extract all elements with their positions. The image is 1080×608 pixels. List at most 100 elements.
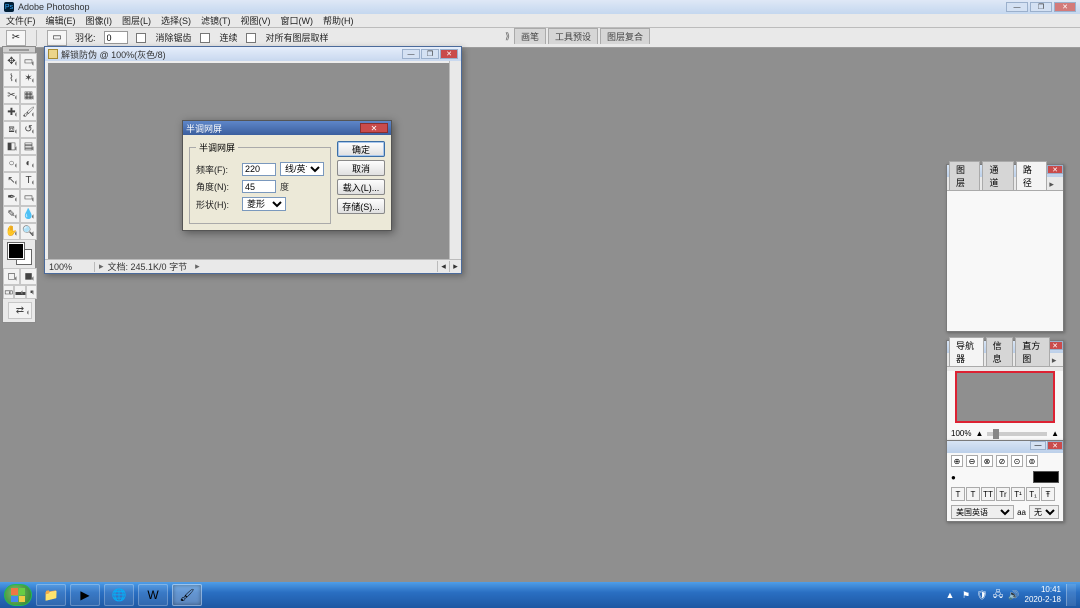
menu-window[interactable]: 窗口(W)	[281, 14, 314, 27]
screen-full-menu[interactable]: ▬	[14, 285, 26, 299]
style-strike[interactable]: Ŧ	[1041, 487, 1055, 501]
gradient-tool[interactable]: ▤	[20, 138, 37, 155]
panel-menu-icon[interactable]: ▸	[1049, 179, 1061, 190]
heal-tool[interactable]: ✚	[3, 104, 20, 121]
close-button[interactable]: ✕	[1054, 2, 1076, 12]
antialias-checkbox[interactable]	[136, 33, 146, 43]
menu-file[interactable]: 文件(F)	[6, 14, 36, 27]
menu-layer[interactable]: 图层(L)	[122, 14, 151, 27]
taskbar-explorer[interactable]: 📁	[36, 584, 66, 606]
blur-tool[interactable]: ○	[3, 155, 20, 172]
document-titlebar[interactable]: 解锁防伪 @ 100%(灰色/8) — ❐ ✕	[45, 47, 461, 61]
eyedropper-tool[interactable]: 💧	[20, 206, 37, 223]
shape-select[interactable]: 菱形	[242, 197, 286, 211]
char-icon-4[interactable]: ⊘	[996, 455, 1008, 467]
text-color-swatch[interactable]	[1033, 471, 1059, 483]
tray-up-icon[interactable]: ▲	[945, 590, 956, 601]
scroll-left-icon[interactable]: ◂	[437, 261, 449, 272]
dodge-tool[interactable]: ◐	[20, 155, 37, 172]
tab-navigator[interactable]: 导航器	[949, 337, 984, 366]
type-tool[interactable]: T	[20, 172, 37, 189]
tray-shield-icon[interactable]: 🛡	[977, 590, 988, 601]
zoom-slider[interactable]	[987, 432, 1047, 436]
menu-filter[interactable]: 滤镜(T)	[201, 14, 231, 27]
angle-input[interactable]	[242, 180, 276, 193]
taskbar-word[interactable]: W	[138, 584, 168, 606]
ok-button[interactable]: 确定	[337, 141, 385, 157]
style-t1[interactable]: T	[951, 487, 965, 501]
save-button[interactable]: 存储(S)...	[337, 198, 385, 214]
dock-chevron-icon[interactable]: ⟫	[505, 31, 510, 42]
nav-zoom-value[interactable]: 100%	[951, 429, 971, 438]
hand-tool[interactable]: ✋	[3, 223, 20, 240]
style-tt[interactable]: TT	[981, 487, 995, 501]
slice-tool[interactable]: ▦	[20, 87, 37, 104]
frequency-unit-select[interactable]: 线/英寸	[280, 162, 324, 176]
frequency-input[interactable]	[242, 163, 276, 176]
screen-standard[interactable]: ▭	[3, 285, 14, 299]
char-icon-6[interactable]: ⊚	[1026, 455, 1038, 467]
start-button[interactable]	[4, 584, 32, 606]
scroll-right-icon[interactable]: ▸	[449, 261, 461, 272]
navigator-thumbnail[interactable]	[955, 371, 1055, 423]
eraser-tool[interactable]: ◧	[3, 138, 20, 155]
history-brush-tool[interactable]: ↺	[20, 121, 37, 138]
status-dropdown-icon[interactable]: ▸	[195, 261, 200, 272]
menu-help[interactable]: 帮助(H)	[323, 14, 354, 27]
marquee-tool[interactable]: ▭	[20, 53, 37, 70]
move-tool[interactable]: ✥	[3, 53, 20, 70]
crop-tool[interactable]: ✂	[3, 87, 20, 104]
menu-select[interactable]: 选择(S)	[161, 14, 191, 27]
contiguous-checkbox[interactable]	[200, 33, 210, 43]
selection-mode-icon[interactable]: ▭	[47, 30, 67, 46]
style-t2[interactable]: T	[966, 487, 980, 501]
path-tool[interactable]: ↖	[3, 172, 20, 189]
tray-net-icon[interactable]: 🖧	[993, 590, 1004, 601]
dialog-titlebar[interactable]: 半调网屏 ✕	[183, 121, 391, 135]
zoom-field[interactable]: 100%	[45, 262, 95, 272]
show-desktop-button[interactable]	[1066, 584, 1076, 606]
tool-preset-icon[interactable]: ✂	[6, 30, 26, 46]
doc-close-button[interactable]: ✕	[440, 49, 458, 59]
notes-tool[interactable]: ✎	[3, 206, 20, 223]
taskbar-photoshop[interactable]: 🖌	[172, 584, 202, 606]
style-sub[interactable]: T₁	[1026, 487, 1040, 501]
sample-all-checkbox[interactable]	[246, 33, 256, 43]
tab-channels[interactable]: 通道	[982, 161, 1013, 190]
tray-flag-icon[interactable]: ⚑	[961, 590, 972, 601]
quickmask-mode[interactable]: ◼	[20, 268, 37, 285]
vertical-scrollbar[interactable]	[449, 61, 461, 259]
standard-mode[interactable]: ◻	[3, 268, 20, 285]
clock[interactable]: 10:41 2020-2-18	[1025, 585, 1061, 605]
doc-maximize-button[interactable]: ❐	[421, 49, 439, 59]
stamp-tool[interactable]: ⧈	[3, 121, 20, 138]
zoom-in-icon[interactable]: ▲	[1051, 429, 1059, 438]
foreground-color[interactable]	[8, 243, 24, 259]
dock-tab-layercomps[interactable]: 图层复合	[600, 28, 650, 44]
shape-tool[interactable]: ▭	[20, 189, 37, 206]
panel-menu-icon[interactable]: ▸	[1052, 355, 1061, 366]
menu-view[interactable]: 视图(V)	[241, 14, 271, 27]
tab-info[interactable]: 信息	[986, 337, 1014, 366]
zoom-tool[interactable]: 🔍	[20, 223, 37, 240]
zoom-out-icon[interactable]: ▲	[975, 429, 983, 438]
language-select[interactable]: 美国英语	[951, 505, 1014, 519]
char-icon-2[interactable]: ⊖	[966, 455, 978, 467]
dock-tab-brushes[interactable]: 画笔	[514, 28, 546, 44]
tab-layers[interactable]: 图层	[949, 161, 980, 190]
style-tr[interactable]: Tr	[996, 487, 1010, 501]
minimize-button[interactable]: —	[1006, 2, 1028, 12]
style-sup[interactable]: T¹	[1011, 487, 1025, 501]
taskbar-ie[interactable]: 🌐	[104, 584, 134, 606]
tab-histogram[interactable]: 直方图	[1015, 337, 1050, 366]
dock-tab-toolpresets[interactable]: 工具预设	[548, 28, 598, 44]
load-button[interactable]: 载入(L)...	[337, 179, 385, 195]
lasso-tool[interactable]: ⌇	[3, 70, 20, 87]
jump-to-imageready[interactable]: ⇄	[8, 302, 32, 319]
paths-list[interactable]	[947, 191, 1063, 331]
panel-close-button[interactable]: ✕	[1047, 441, 1063, 450]
char-icon-1[interactable]: ⊕	[951, 455, 963, 467]
doc-minimize-button[interactable]: —	[402, 49, 420, 59]
pen-tool[interactable]: ✒	[3, 189, 20, 206]
antialias-select[interactable]: 无	[1029, 505, 1059, 519]
